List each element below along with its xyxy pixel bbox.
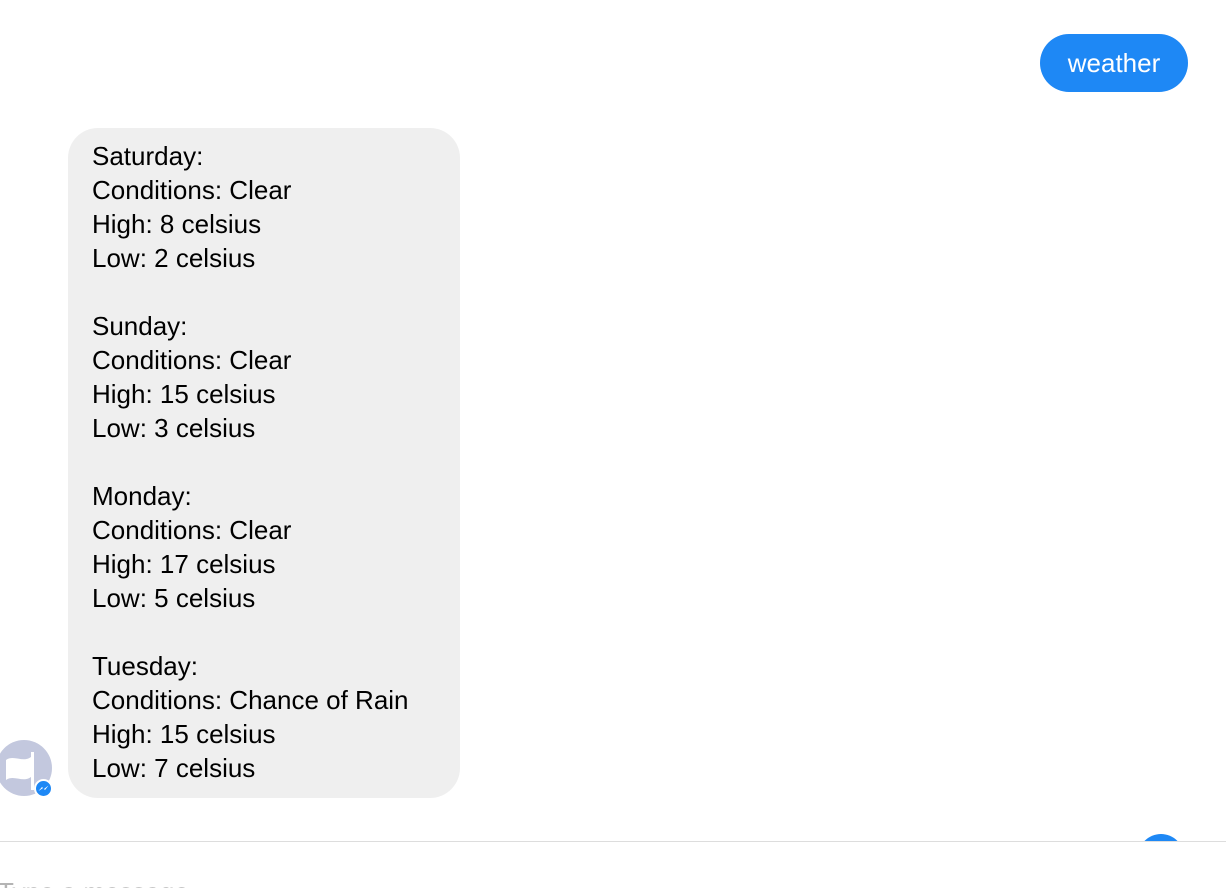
chat-window: weather Saturday: Conditions: Clear High… [0,0,1226,888]
forecast-day-sunday: Sunday: Conditions: Clear High: 15 celsi… [92,309,450,445]
messenger-icon [38,785,49,791]
forecast-low: Low: 2 celsius [92,243,256,273]
forecast-day-name: Monday: [92,481,192,511]
composer-divider [0,841,1226,842]
forecast-day-monday: Monday: Conditions: Clear High: 17 celsi… [92,479,450,615]
forecast-low: Low: 5 celsius [92,583,256,613]
forecast-conditions: Conditions: Clear [92,345,292,375]
forecast-conditions: Conditions: Clear [92,175,292,205]
forecast-high: High: 17 celsius [92,549,276,579]
forecast-day-name: Sunday: [92,311,188,341]
forecast-day-name: Tuesday: [92,651,198,681]
forecast-day-name: Saturday: [92,141,204,171]
forecast-low: Low: 7 celsius [92,753,256,783]
message-input[interactable] [0,872,1098,888]
forecast-low: Low: 3 celsius [92,413,256,443]
forecast-conditions: Conditions: Clear [92,515,292,545]
forecast-high: High: 15 celsius [92,379,276,409]
forecast-day-saturday: Saturday: Conditions: Clear High: 8 cels… [92,139,450,275]
received-message-bubble[interactable]: Saturday: Conditions: Clear High: 8 cels… [68,128,460,798]
bot-avatar[interactable] [0,740,53,798]
forecast-day-tuesday: Tuesday: Conditions: Chance of Rain High… [92,649,450,785]
forecast-conditions: Conditions: Chance of Rain [92,685,409,715]
send-button[interactable] [1138,834,1184,841]
sent-message-bubble[interactable]: weather [1040,34,1188,92]
forecast-high: High: 15 celsius [92,719,276,749]
forecast-high: High: 8 celsius [92,209,262,239]
messenger-badge [34,779,53,798]
